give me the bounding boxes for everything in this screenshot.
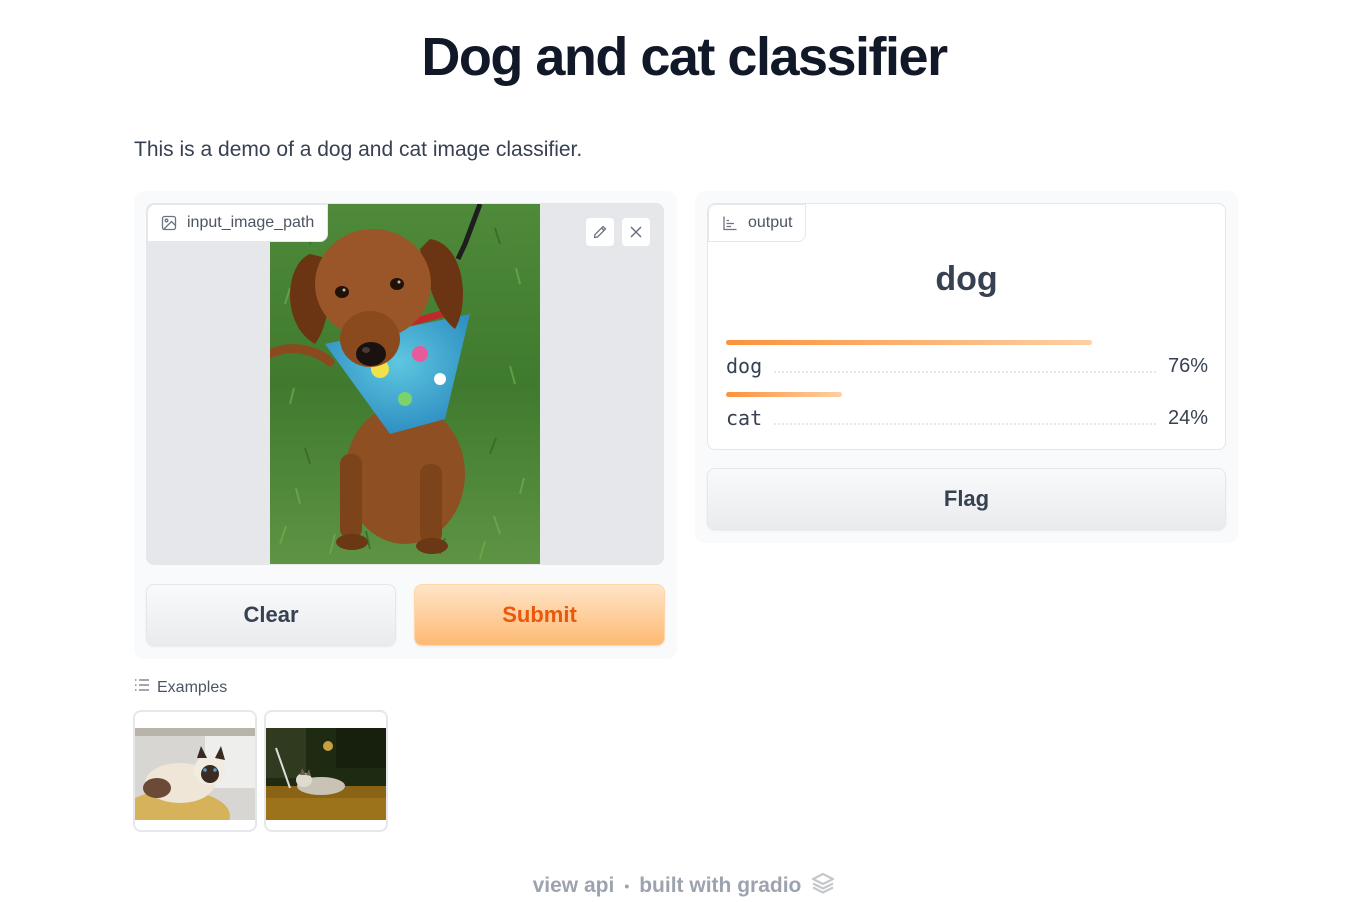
examples-label: Examples xyxy=(157,678,228,696)
view-api-link[interactable]: view api xyxy=(533,874,615,898)
image-tools xyxy=(585,217,651,247)
close-icon[interactable] xyxy=(621,217,651,247)
footer: view api • built with gradio xyxy=(0,872,1368,900)
output-label-tab: output xyxy=(708,204,807,242)
flag-button[interactable]: Flag xyxy=(707,468,1226,530)
input-panel: input_image_path Clear Submit xyxy=(134,191,677,659)
bar-chart-icon xyxy=(722,215,738,231)
output-panel: output dog dog 76% cat 24% Flag xyxy=(695,191,1238,543)
confidence-value: 76% xyxy=(1167,355,1208,377)
confidence-row-dog: dog 76% xyxy=(726,340,1208,378)
confidence-divider xyxy=(774,371,1156,373)
cat-on-floor-thumbnail xyxy=(266,728,386,820)
page-description: This is a demo of a dog and cat image cl… xyxy=(134,138,583,161)
output-label: output xyxy=(748,214,793,231)
predicted-label: dog xyxy=(935,260,998,298)
confidence-divider xyxy=(774,423,1156,425)
siamese-cat-thumbnail xyxy=(135,728,255,820)
input-label: input_image_path xyxy=(187,214,315,231)
confidence-bar xyxy=(726,392,842,397)
example-item[interactable] xyxy=(264,710,388,832)
submit-button[interactable]: Submit xyxy=(414,584,665,646)
footer-separator: • xyxy=(624,878,630,894)
confidence-value: 24% xyxy=(1167,407,1208,429)
gradio-logo-icon xyxy=(811,872,835,900)
label-output: output dog dog 76% cat 24% xyxy=(707,203,1226,450)
dog-photo xyxy=(270,204,540,564)
image-input[interactable]: input_image_path xyxy=(146,203,664,565)
confidence-label: dog xyxy=(726,354,763,378)
page-title: Dog and cat classifier xyxy=(421,27,948,87)
image-icon xyxy=(161,215,177,231)
examples-header: Examples xyxy=(134,678,227,697)
example-item[interactable] xyxy=(133,710,257,832)
built-with-gradio-link[interactable]: built with gradio xyxy=(639,874,801,898)
confidence-bar xyxy=(726,340,1093,345)
clear-button[interactable]: Clear xyxy=(146,584,396,646)
confidence-label: cat xyxy=(726,406,763,430)
input-label-tab: input_image_path xyxy=(147,204,329,242)
list-icon xyxy=(134,678,150,697)
edit-icon[interactable] xyxy=(585,217,615,247)
confidence-row-cat: cat 24% xyxy=(726,392,1208,430)
